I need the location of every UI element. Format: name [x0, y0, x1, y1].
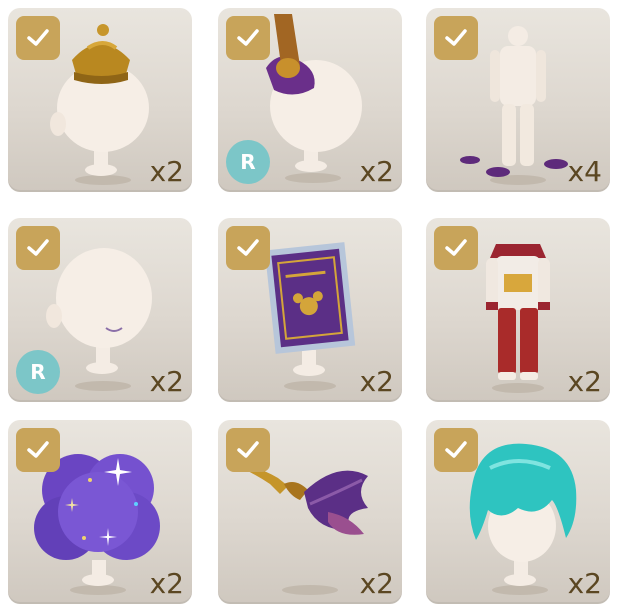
- owned-check-badge: [16, 428, 60, 472]
- checkmark-icon: [27, 239, 49, 256]
- item-card-quill[interactable]: x2: [218, 420, 402, 604]
- rarity-badge: R: [16, 350, 60, 394]
- owned-check-badge: [226, 428, 270, 472]
- checkmark-icon: [237, 239, 259, 256]
- owned-check-badge: [16, 16, 60, 60]
- owned-check-badge: [434, 16, 478, 60]
- item-quantity: x2: [149, 155, 184, 188]
- item-card-outfit[interactable]: x4: [426, 8, 610, 192]
- checkmark-icon: [27, 29, 49, 46]
- checkmark-icon: [27, 441, 49, 458]
- item-quantity: x4: [567, 155, 602, 188]
- owned-check-badge: [434, 226, 478, 270]
- item-card-face[interactable]: R x2: [8, 218, 192, 402]
- owned-check-badge: [226, 226, 270, 270]
- checkmark-icon: [445, 239, 467, 256]
- checkmark-icon: [445, 441, 467, 458]
- checkmark-icon: [237, 441, 259, 458]
- checkmark-icon: [445, 29, 467, 46]
- item-card-hat-accessory[interactable]: R x2: [218, 8, 402, 192]
- owned-check-badge: [16, 226, 60, 270]
- item-card-teal-hair[interactable]: x2: [426, 420, 610, 604]
- item-quantity: x2: [359, 567, 394, 600]
- item-quantity: x2: [567, 365, 602, 398]
- item-card-stamp[interactable]: x2: [218, 218, 402, 402]
- item-quantity: x2: [359, 155, 394, 188]
- rarity-badge: R: [226, 140, 270, 184]
- item-quantity: x2: [567, 567, 602, 600]
- item-card-sparkle-cloud[interactable]: x2: [8, 420, 192, 604]
- item-card-uniform[interactable]: x2: [426, 218, 610, 402]
- item-quantity: x2: [149, 365, 184, 398]
- owned-check-badge: [226, 16, 270, 60]
- checkmark-icon: [237, 29, 259, 46]
- item-quantity: x2: [149, 567, 184, 600]
- item-quantity: x2: [359, 365, 394, 398]
- item-card-gold-crown[interactable]: x2: [8, 8, 192, 192]
- owned-check-badge: [434, 428, 478, 472]
